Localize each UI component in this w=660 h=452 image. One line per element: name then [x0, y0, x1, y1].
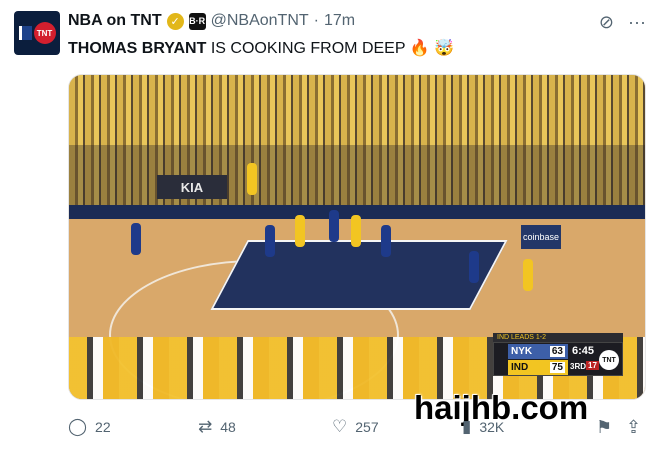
shot-clock: 17 — [586, 361, 599, 370]
more-options-icon[interactable]: ··· — [628, 12, 646, 32]
game-clock: 6:45 — [572, 345, 595, 357]
quarter: 3RD — [570, 362, 587, 371]
court-paint — [210, 240, 508, 310]
player — [131, 223, 141, 255]
repost-button[interactable]: ⇄ 48 — [198, 417, 236, 437]
shooter — [523, 259, 533, 291]
bookmark-icon[interactable]: ⚑ — [596, 417, 612, 438]
handle[interactable]: @NBAonTNT — [211, 12, 309, 30]
avatar[interactable]: TNT — [14, 11, 60, 55]
views-chart-icon: ▮ — [462, 417, 472, 436]
mind-blown-emoji: 🤯 — [434, 40, 454, 57]
tnt-logo: TNT — [33, 22, 56, 44]
network-logo: TNT — [599, 350, 619, 370]
affiliate-badge[interactable]: B·R — [188, 12, 206, 30]
grok-icon[interactable]: ⊘ — [599, 12, 614, 32]
score-home: 75 — [549, 362, 565, 373]
views-count: 32K — [479, 419, 505, 435]
player — [469, 251, 479, 283]
share-icon[interactable]: ⇪ — [626, 417, 641, 438]
separator: · — [313, 12, 319, 29]
nba-logo-icon — [18, 26, 32, 40]
timestamp[interactable]: 17m — [324, 12, 355, 30]
tweet-header: NBA on TNT ✓ B·R @NBAonTNT · 17m — [68, 10, 355, 32]
top-actions: ⊘ ··· — [599, 12, 646, 32]
stanchion-ad: coinbase — [521, 225, 561, 249]
player — [381, 225, 391, 257]
team-home: IND — [511, 362, 529, 373]
reply-icon: ◯ — [68, 417, 88, 436]
action-bar: ◯ 22 ⇄ 48 ♡ 257 ▮ 32K ⚑ ⇪ — [68, 414, 646, 440]
scorebug: NYK 63 IND 75 6:45 3RD 17 TNT — [493, 342, 623, 376]
display-name[interactable]: NBA on TNT — [68, 12, 162, 30]
tweet-text-name: THOMAS BRYANT — [68, 40, 207, 57]
player — [329, 210, 339, 242]
tweet-text: THOMAS BRYANT IS COOKING FROM DEEP 🔥 🤯 — [68, 38, 454, 58]
like-count: 257 — [355, 419, 379, 435]
player — [295, 215, 305, 247]
courtside-banner: KIA — [157, 175, 227, 199]
views-button[interactable]: ▮ 32K — [462, 417, 504, 437]
heart-icon: ♡ — [332, 417, 348, 436]
reply-button[interactable]: ◯ 22 — [68, 417, 111, 437]
repost-count: 48 — [220, 419, 236, 435]
scorebug-header: IND LEADS 1-2 — [493, 333, 623, 342]
scorebug-row-away: NYK 63 — [508, 344, 568, 359]
fire-emoji: 🔥 — [409, 40, 430, 57]
like-button[interactable]: ♡ 257 — [332, 417, 379, 437]
team-away: NYK — [511, 346, 533, 357]
video-player[interactable]: KIA coinbase IND LEADS 1-2 NYK 63 IND 75… — [68, 74, 646, 400]
player — [265, 225, 275, 257]
player — [247, 163, 257, 195]
crowd-shadow — [69, 145, 645, 205]
scorebug-row-home: IND 75 — [508, 360, 568, 375]
tweet-text-rest: IS COOKING FROM DEEP — [206, 40, 406, 57]
reply-count: 22 — [95, 419, 111, 435]
player — [351, 215, 361, 247]
score-away: 63 — [549, 346, 565, 357]
repost-icon: ⇄ — [198, 417, 213, 436]
verified-badge-icon[interactable]: ✓ — [166, 12, 184, 30]
